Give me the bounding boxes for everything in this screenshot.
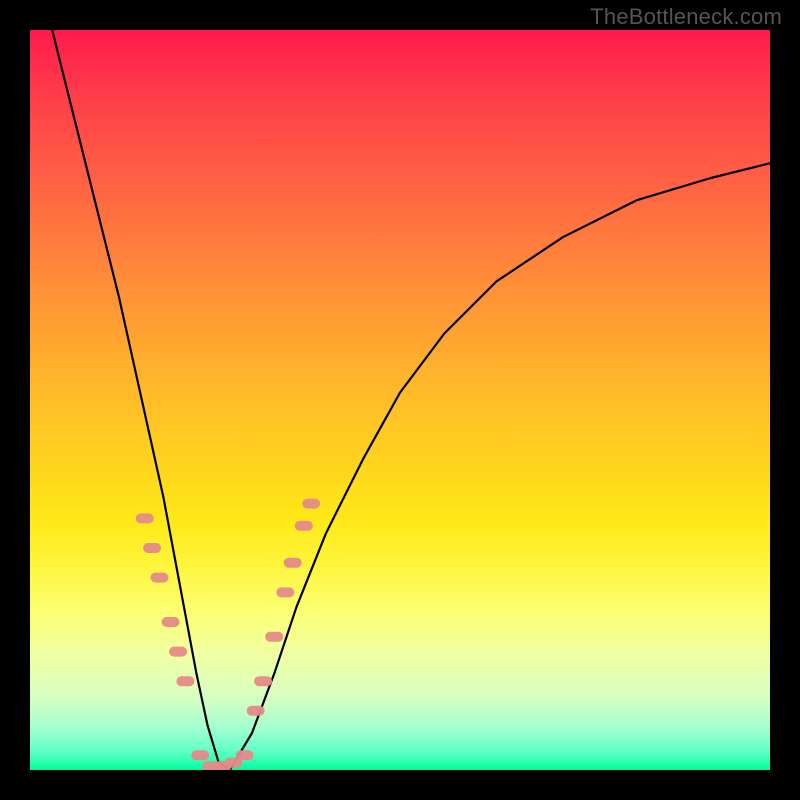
plot-area	[30, 30, 770, 770]
data-marker	[136, 513, 154, 523]
chart-svg	[30, 30, 770, 770]
data-marker	[162, 617, 180, 627]
data-marker	[295, 521, 313, 531]
marker-group	[136, 499, 321, 770]
data-marker	[265, 632, 283, 642]
data-marker	[276, 587, 294, 597]
bottleneck-curve	[52, 30, 770, 770]
data-marker	[247, 706, 265, 716]
watermark-text: TheBottleneck.com	[590, 4, 782, 30]
data-marker	[302, 499, 320, 509]
data-marker	[254, 676, 272, 686]
data-marker	[284, 558, 302, 568]
data-marker	[191, 750, 209, 760]
data-marker	[176, 676, 194, 686]
curve-group	[52, 30, 770, 770]
data-marker	[169, 647, 187, 657]
data-marker	[151, 573, 169, 583]
data-marker	[143, 543, 161, 553]
data-marker	[236, 750, 254, 760]
chart-frame: TheBottleneck.com	[0, 0, 800, 800]
